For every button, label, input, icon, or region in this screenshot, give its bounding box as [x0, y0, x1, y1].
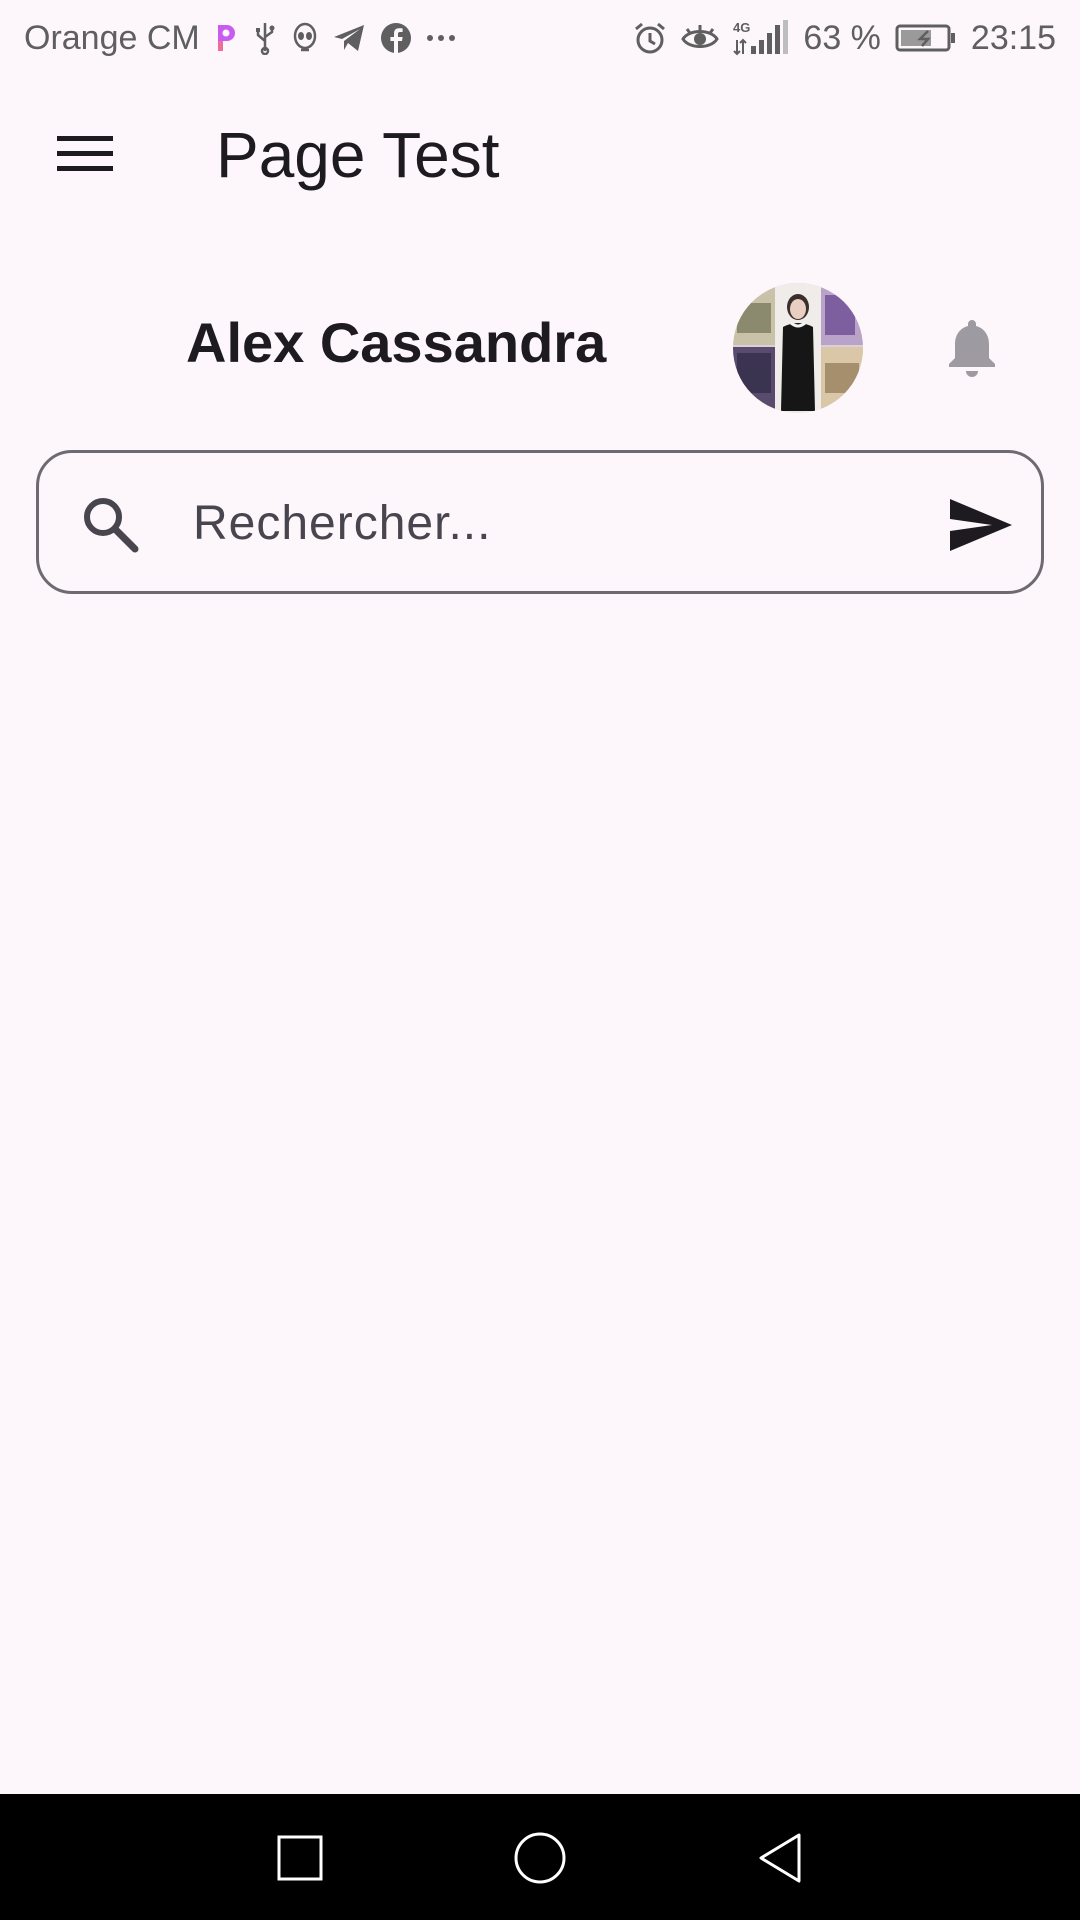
back-triangle-icon [759, 1833, 801, 1883]
battery-icon [895, 23, 957, 53]
back-button[interactable] [740, 1818, 820, 1898]
screen: Orange CM 4G 63 % 23:15 Page Test Alex C… [0, 0, 1080, 1920]
signal-icon: 4G [733, 20, 789, 56]
recents-button[interactable] [260, 1818, 340, 1898]
send-icon [950, 499, 1012, 551]
search-input[interactable] [193, 483, 913, 563]
battery-percent: 63 % [803, 18, 881, 57]
search-field [36, 450, 1044, 594]
app-bar: Page Test [0, 96, 1080, 212]
profile-name: Alex Cassandra [186, 311, 607, 374]
network-type: 4G [733, 20, 750, 35]
eye-icon [681, 23, 720, 53]
carrier-name: Orange CM [24, 18, 200, 57]
recents-square-icon [277, 1835, 323, 1881]
search-icon[interactable] [79, 493, 143, 557]
avatar-photo [733, 283, 863, 413]
menu-button[interactable] [30, 122, 140, 186]
notification-button[interactable] [936, 312, 1008, 384]
more-dots-icon [426, 33, 456, 43]
menu-icon [57, 136, 113, 171]
home-circle-icon [514, 1832, 566, 1884]
picsart-icon [214, 23, 238, 53]
home-button[interactable] [500, 1818, 580, 1898]
status-left: Orange CM [24, 19, 456, 58]
page-title: Page Test [216, 119, 500, 191]
clock-time: 23:15 [970, 18, 1056, 57]
telegram-icon [332, 23, 366, 53]
alarm-icon [633, 21, 667, 55]
bell-icon [949, 320, 995, 377]
status-right: 4G 63 % 23:15 [633, 19, 1056, 58]
facebook-icon [380, 22, 412, 54]
avatar[interactable] [733, 283, 863, 413]
alien-icon [292, 22, 318, 54]
status-bar: Orange CM 4G 63 % 23:15 [0, 0, 1080, 76]
send-button[interactable] [939, 489, 1023, 561]
usb-icon [252, 21, 278, 55]
navigation-bar [0, 1794, 1080, 1920]
